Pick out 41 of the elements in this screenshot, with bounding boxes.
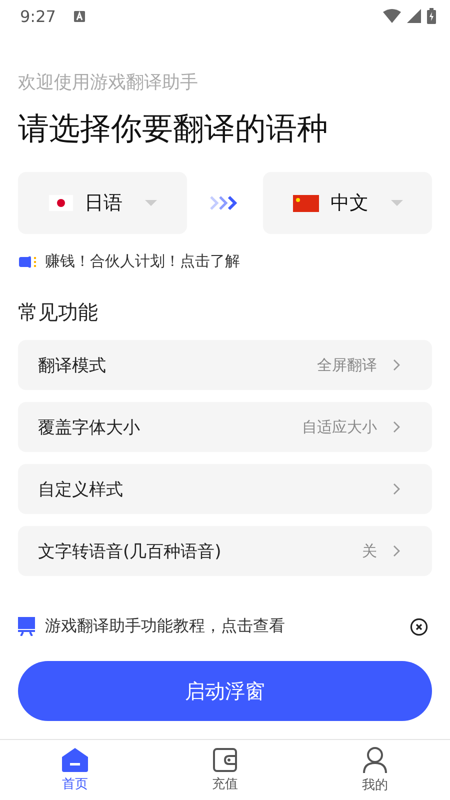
setting-label: 翻译模式 — [38, 354, 106, 376]
settings-row[interactable]: 自定义样式 — [18, 464, 432, 514]
tutorial-link[interactable]: 游戏翻译助手功能教程，点击查看 — [45, 616, 285, 637]
language-dropdown[interactable]: 日语 — [18, 172, 187, 234]
dropdown-caret-icon — [390, 200, 402, 206]
notification-icon — [74, 10, 85, 22]
setting-value: 自适应大小 — [302, 418, 377, 436]
signal-icon — [407, 9, 421, 23]
nav-tab[interactable]: 我的 — [300, 740, 450, 800]
language-dropdown[interactable]: 中文 — [263, 172, 432, 234]
wifi-icon — [383, 9, 401, 23]
section-title: 常见功能 — [18, 299, 99, 326]
setting-label: 文字转语音(几百种语音) — [38, 540, 222, 562]
japan-flag-icon — [48, 195, 72, 211]
setting-label: 自定义样式 — [38, 478, 123, 500]
china-flag-icon — [292, 194, 318, 212]
chevron-right-icon — [393, 483, 400, 495]
person-icon — [363, 746, 387, 772]
close-icon[interactable] — [410, 618, 428, 636]
start-floating-window-button[interactable]: 启动浮窗 — [18, 661, 432, 721]
settings-row[interactable]: 覆盖字体大小 自适应大小 — [18, 402, 432, 452]
welcome-subtitle: 欢迎使用游戏翻译助手 — [18, 71, 199, 94]
chevron-right-icon — [393, 421, 400, 433]
setting-value: 关 — [362, 542, 377, 560]
settings-row[interactable]: 翻译模式 全屏翻译 — [18, 340, 432, 390]
nav-tab[interactable]: 充值 — [150, 740, 300, 800]
status-time: 9:27 — [20, 6, 56, 26]
settings-row[interactable]: 文字转语音(几百种语音) 关 — [18, 526, 432, 576]
home-icon — [62, 748, 88, 772]
setting-value: 全屏翻译 — [317, 356, 377, 374]
chevron-right-icon — [393, 545, 400, 557]
easel-icon — [18, 617, 35, 636]
dropdown-caret-icon — [144, 200, 156, 206]
page-title: 请选择你要翻译的语种 — [18, 110, 329, 149]
partner-link[interactable]: 赚钱！合伙人计划！点击了解 — [45, 252, 240, 271]
chevron-right-icon — [393, 359, 400, 371]
nav-tab[interactable]: 首页 — [0, 740, 150, 800]
megaphone-icon — [18, 254, 37, 268]
battery-icon — [427, 8, 436, 24]
setting-label: 覆盖字体大小 — [38, 416, 140, 438]
wallet-icon — [213, 748, 237, 772]
